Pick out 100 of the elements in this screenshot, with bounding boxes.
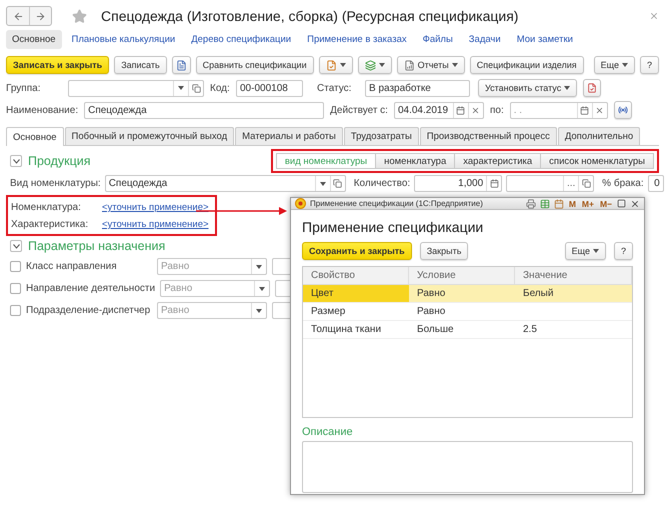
input-field[interactable]: Спецодежда bbox=[104, 175, 346, 192]
open-icon bbox=[582, 179, 591, 188]
checkbox-label: Подразделение-диспетчер bbox=[26, 305, 152, 316]
toolbar-button[interactable]: ? bbox=[640, 56, 659, 74]
input-field[interactable]: 00-000108 bbox=[236, 80, 303, 96]
close-icon[interactable] bbox=[630, 198, 640, 208]
document-icon bbox=[326, 60, 337, 70]
calendar-icon bbox=[490, 179, 499, 188]
tab[interactable]: Производственный процесс bbox=[420, 127, 557, 145]
column-header[interactable]: Условие bbox=[409, 267, 515, 284]
field-label: Наименование: bbox=[6, 104, 78, 116]
nav-link[interactable]: Применение в заказах bbox=[301, 30, 413, 49]
icon-button[interactable] bbox=[358, 56, 392, 74]
select-button[interactable]: ... bbox=[563, 176, 578, 191]
dialog-title: Применение спецификации bbox=[302, 219, 484, 235]
table-cell-text: Больше bbox=[416, 323, 455, 337]
segment-button[interactable]: список номенклатуры bbox=[540, 153, 654, 169]
link[interactable]: <уточнить применение> bbox=[102, 202, 209, 213]
document-icon bbox=[587, 83, 598, 93]
printer-icon[interactable] bbox=[526, 198, 536, 208]
dropdown-icon bbox=[320, 182, 326, 186]
icon-button[interactable] bbox=[614, 101, 632, 119]
icon-button[interactable] bbox=[172, 56, 191, 74]
nav-link[interactable]: Дерево спецификации bbox=[185, 30, 298, 49]
section-title: Описание bbox=[302, 426, 354, 438]
dropdown-icon bbox=[452, 63, 458, 67]
field-label: Характеристика: bbox=[11, 219, 90, 230]
input-field[interactable]: 04.04.2019 bbox=[394, 102, 484, 118]
tab[interactable]: Трудозатраты bbox=[344, 127, 419, 145]
calendar-icon bbox=[456, 106, 466, 114]
icon-button[interactable] bbox=[583, 79, 602, 97]
memory-button[interactable]: M+ bbox=[580, 198, 595, 208]
toolbar-button[interactable]: Отчеты bbox=[396, 56, 465, 74]
table-cell-text: Равно bbox=[416, 305, 446, 319]
input-field[interactable]: ... bbox=[506, 175, 594, 192]
toolbar-button[interactable]: Закрыть bbox=[420, 242, 468, 260]
maximize-icon[interactable] bbox=[617, 199, 626, 208]
collapse-toggle[interactable] bbox=[10, 240, 22, 252]
icon-button[interactable] bbox=[318, 56, 353, 74]
nav-link[interactable]: Файлы bbox=[416, 30, 459, 49]
checkbox-label: Класс направления bbox=[26, 261, 118, 272]
section-title: Продукция bbox=[28, 154, 91, 168]
toolbar-button[interactable]: Еще bbox=[564, 242, 606, 260]
dropdown-icon bbox=[256, 264, 262, 268]
field-label: Группа: bbox=[6, 82, 42, 94]
app-logo-icon bbox=[295, 198, 306, 209]
dropdown-icon bbox=[256, 308, 262, 312]
nav-link[interactable]: Основное bbox=[6, 30, 62, 49]
table-icon[interactable] bbox=[540, 198, 550, 208]
save-close-button[interactable]: Записать и закрыть bbox=[6, 56, 110, 74]
document-icon bbox=[176, 60, 187, 70]
calendar-icon[interactable] bbox=[554, 198, 564, 208]
dropdown-icon bbox=[259, 286, 266, 290]
clear-icon bbox=[595, 106, 604, 114]
table-cell-text: Толщина ткани bbox=[310, 323, 382, 337]
arrow-right-icon bbox=[35, 10, 46, 22]
table-cell-text: Размер bbox=[310, 305, 346, 319]
layers-icon bbox=[364, 60, 376, 70]
column-header[interactable]: Свойство bbox=[303, 267, 409, 284]
toolbar-button[interactable]: Записать bbox=[114, 56, 167, 74]
segment-button[interactable]: характеристика bbox=[454, 153, 542, 169]
field-label: Действует с: bbox=[330, 104, 388, 116]
chevron-icon bbox=[12, 244, 20, 248]
tab[interactable]: Побочный и промежуточный выход bbox=[64, 127, 234, 145]
description-field[interactable] bbox=[302, 441, 633, 493]
table-cell-text: 2.5 bbox=[522, 323, 538, 337]
input-field[interactable] bbox=[68, 80, 204, 96]
open-icon bbox=[192, 84, 200, 92]
segment-button[interactable]: номенклатура bbox=[375, 153, 456, 169]
nav-link[interactable]: Задачи bbox=[462, 30, 507, 49]
table-cell: Цвет bbox=[303, 285, 409, 302]
field-label: Статус: bbox=[317, 82, 352, 94]
collapse-toggle[interactable] bbox=[10, 155, 22, 167]
calendar-icon bbox=[580, 106, 590, 114]
link[interactable]: <уточнить применение> bbox=[102, 219, 209, 230]
column-header[interactable]: Значение bbox=[515, 267, 632, 284]
dropdown-icon bbox=[592, 249, 599, 253]
star-icon[interactable] bbox=[72, 8, 87, 24]
input-field[interactable]: Спецодежда bbox=[84, 102, 324, 118]
arrow-left-icon bbox=[12, 10, 24, 22]
tab[interactable]: Материалы и работы bbox=[235, 127, 343, 145]
memory-button[interactable]: M− bbox=[598, 198, 613, 208]
nav-link[interactable]: Плановые калькуляции bbox=[66, 30, 182, 49]
input-field[interactable]: 0 bbox=[648, 175, 664, 192]
toolbar-button[interactable]: ? bbox=[614, 242, 633, 260]
broadcast-icon bbox=[618, 105, 628, 115]
input-field[interactable]: В разработке bbox=[365, 80, 470, 96]
field-label: Номенклатура: bbox=[11, 202, 82, 213]
tab[interactable]: Дополнительно bbox=[558, 127, 640, 145]
nav-link[interactable]: Мои заметки bbox=[510, 30, 579, 49]
memory-button[interactable]: M bbox=[568, 198, 577, 208]
set-status-button[interactable]: Установить статус bbox=[478, 79, 578, 97]
input-field[interactable]: 1,000 bbox=[414, 175, 502, 192]
save-close-button[interactable]: Сохранить и закрыть bbox=[302, 242, 412, 260]
toolbar-button[interactable]: Еще bbox=[594, 56, 635, 74]
dropdown-icon bbox=[378, 63, 385, 67]
toolbar-button[interactable]: Сравнить спецификации bbox=[196, 56, 314, 74]
clear-icon bbox=[471, 106, 480, 114]
toolbar-button[interactable]: Спецификации изделия bbox=[470, 56, 584, 74]
tab[interactable]: Основное bbox=[6, 127, 64, 146]
